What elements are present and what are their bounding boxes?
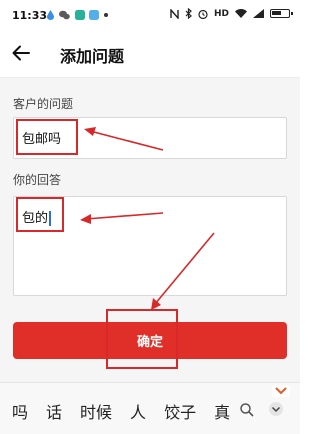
app-icon: [75, 10, 85, 20]
search-icon[interactable]: [240, 403, 254, 417]
back-arrow-icon: [12, 45, 30, 61]
suggestion-item[interactable]: 话: [46, 399, 62, 423]
back-button[interactable]: [8, 40, 34, 66]
page-title: 添加问题: [60, 47, 125, 66]
status-system-icons: HD: [170, 8, 293, 19]
status-time: 11:33: [12, 9, 48, 22]
answer-label: 你的回答: [13, 173, 62, 187]
status-bar: 11:33 HD: [0, 0, 300, 28]
suggestion-item[interactable]: 吗: [12, 399, 28, 423]
battery-icon: [270, 9, 293, 18]
signal-icon: [253, 9, 264, 18]
app-icon: [89, 10, 99, 20]
hd-icon: HD: [213, 8, 229, 19]
highlight-box-answer: [16, 197, 64, 232]
dot-icon: [104, 13, 108, 17]
header-bar: 添加问题: [0, 28, 300, 78]
suggestion-item[interactable]: 真: [214, 399, 230, 423]
suggestion-item[interactable]: 人: [130, 399, 146, 423]
question-label: 客户的问题: [13, 97, 74, 111]
highlight-box-question: [16, 119, 78, 155]
keyboard-suggestion-bar: 吗 话 时候 人 饺子 真: [0, 382, 300, 434]
highlight-box-confirm: [106, 309, 178, 369]
bluetooth-icon: [185, 8, 192, 19]
wechat-icon: [59, 10, 70, 20]
water-drop-icon: [47, 10, 54, 20]
nfc-icon: [170, 8, 179, 19]
suggestion-item[interactable]: 时候: [80, 399, 112, 423]
alarm-icon: [198, 9, 208, 19]
suggestion-list: 吗 话 时候 人 饺子 真: [12, 399, 230, 423]
wifi-icon: [235, 9, 247, 18]
suggestion-item[interactable]: 饺子: [164, 399, 196, 423]
chevron-down-icon[interactable]: [268, 401, 284, 417]
keyboard-badge-icon: [272, 385, 290, 397]
